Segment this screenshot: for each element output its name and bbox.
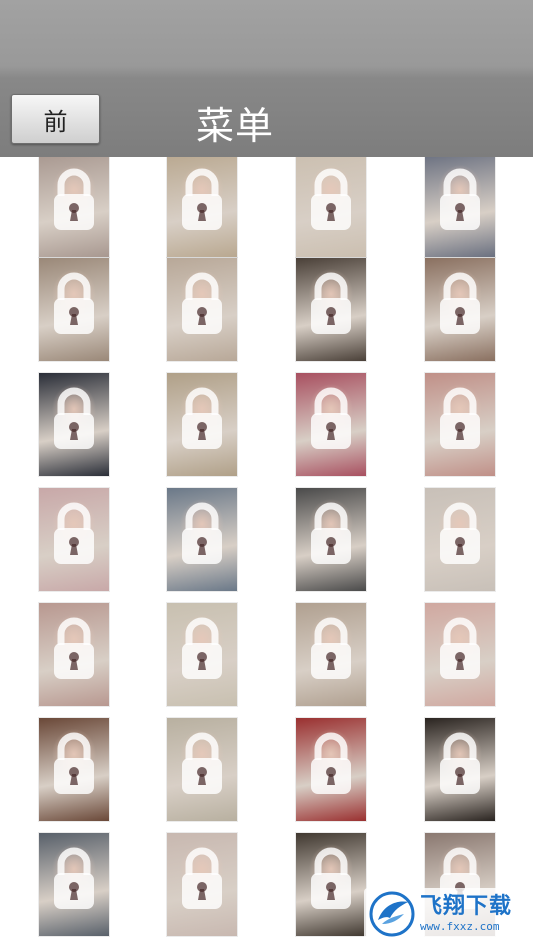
wing-logo-icon bbox=[369, 891, 415, 937]
padlock-icon bbox=[180, 168, 224, 232]
photo-thumbnail[interactable] bbox=[38, 257, 110, 362]
photo-thumbnail[interactable] bbox=[166, 832, 238, 937]
padlock-icon bbox=[309, 502, 353, 566]
photo-thumbnail[interactable] bbox=[295, 602, 367, 707]
photo-thumbnail[interactable] bbox=[295, 372, 367, 477]
photo-thumbnail[interactable] bbox=[38, 157, 110, 258]
photo-thumbnail[interactable] bbox=[424, 257, 496, 362]
photo-grid bbox=[0, 157, 533, 949]
padlock-icon bbox=[309, 387, 353, 451]
padlock-icon bbox=[309, 617, 353, 681]
padlock-icon bbox=[52, 387, 96, 451]
padlock-icon bbox=[438, 502, 482, 566]
padlock-icon bbox=[438, 387, 482, 451]
photo-thumbnail[interactable] bbox=[166, 372, 238, 477]
padlock-icon bbox=[52, 732, 96, 796]
photo-thumbnail[interactable] bbox=[38, 602, 110, 707]
padlock-icon bbox=[309, 732, 353, 796]
photo-thumbnail[interactable] bbox=[424, 157, 496, 258]
padlock-icon bbox=[438, 168, 482, 232]
watermark-url: www.fxxz.com bbox=[420, 920, 500, 933]
photo-thumbnail[interactable] bbox=[166, 717, 238, 822]
page-title: 菜单 bbox=[196, 104, 275, 148]
photo-thumbnail[interactable] bbox=[38, 832, 110, 937]
padlock-icon bbox=[180, 502, 224, 566]
photo-thumbnail[interactable] bbox=[424, 602, 496, 707]
padlock-icon bbox=[438, 272, 482, 336]
photo-thumbnail[interactable] bbox=[424, 372, 496, 477]
padlock-icon bbox=[438, 732, 482, 796]
padlock-icon bbox=[180, 272, 224, 336]
photo-thumbnail[interactable] bbox=[295, 257, 367, 362]
photo-thumbnail[interactable] bbox=[295, 157, 367, 258]
padlock-icon bbox=[52, 168, 96, 232]
padlock-icon bbox=[52, 617, 96, 681]
photo-thumbnail[interactable] bbox=[295, 487, 367, 592]
photo-thumbnail[interactable] bbox=[295, 832, 367, 937]
padlock-icon bbox=[180, 847, 224, 911]
watermark-title: 飞翔下载 bbox=[420, 894, 513, 919]
back-button[interactable]: 前 bbox=[11, 94, 100, 144]
padlock-icon bbox=[309, 168, 353, 232]
photo-thumbnail[interactable] bbox=[166, 487, 238, 592]
top-bar: 前 菜单 bbox=[0, 0, 533, 157]
photo-thumbnail[interactable] bbox=[424, 717, 496, 822]
photo-thumbnail[interactable] bbox=[38, 487, 110, 592]
padlock-icon bbox=[438, 617, 482, 681]
padlock-icon bbox=[180, 617, 224, 681]
photo-thumbnail[interactable] bbox=[295, 717, 367, 822]
photo-thumbnail[interactable] bbox=[38, 372, 110, 477]
padlock-icon bbox=[52, 272, 96, 336]
padlock-icon bbox=[309, 272, 353, 336]
padlock-icon bbox=[52, 502, 96, 566]
padlock-icon bbox=[309, 847, 353, 911]
photo-thumbnail[interactable] bbox=[166, 157, 238, 258]
photo-thumbnail[interactable] bbox=[166, 602, 238, 707]
padlock-icon bbox=[52, 847, 96, 911]
padlock-icon bbox=[180, 387, 224, 451]
photo-thumbnail[interactable] bbox=[166, 257, 238, 362]
watermark-logo: 飞翔下载 www.fxxz.com bbox=[364, 888, 524, 940]
photo-thumbnail[interactable] bbox=[424, 487, 496, 592]
photo-thumbnail[interactable] bbox=[38, 717, 110, 822]
padlock-icon bbox=[180, 732, 224, 796]
